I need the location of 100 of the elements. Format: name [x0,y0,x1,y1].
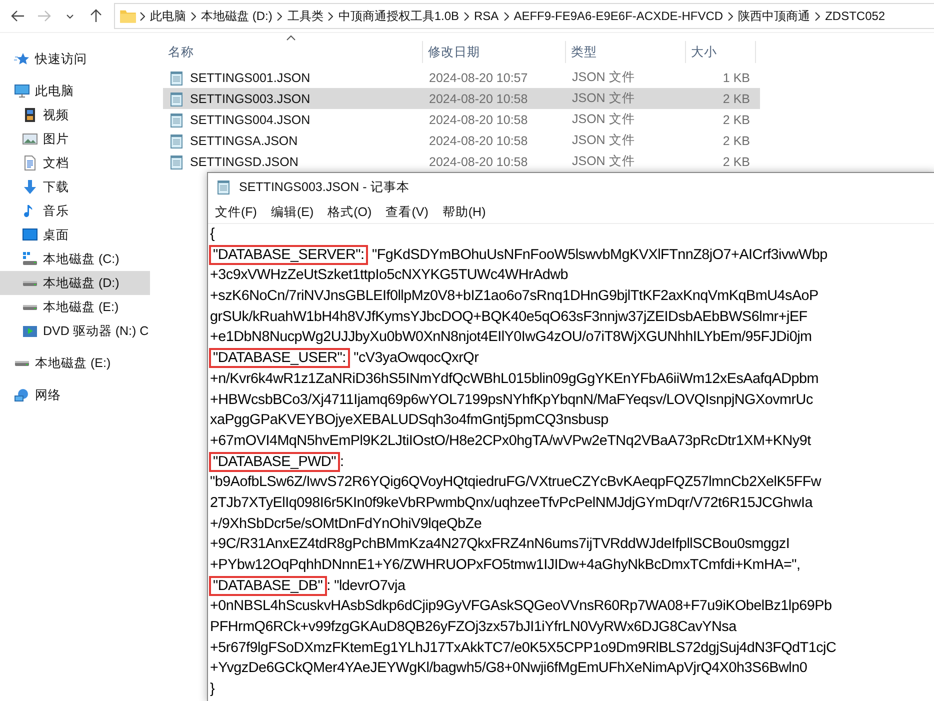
text-file-icon [169,132,185,148]
sidebar-item[interactable]: 音乐 [0,199,150,223]
breadcrumb-link[interactable]: 本地磁盘 (D:) [199,8,274,24]
menu-item[interactable]: 查看(V) [380,204,434,220]
date-cell-text: 2024-08-20 10:58 [428,112,529,126]
text-line: +n/Kvr6k4wR1z1ZaNRiD36hS5INmYdfQcWBhL015blin09gGgYKEnYFbA6iiWm12xEsAafqADpbm [210,370,820,389]
sidebar-item[interactable]: 快速访问 [0,47,150,71]
size-cell-text: 2 KB [722,92,751,106]
date-cell-text: 2024-08-20 10:58 [428,134,529,148]
type-cell-text: JSON 文件 [571,69,636,86]
up-arrow-icon [90,9,102,23]
text-file-icon [169,112,185,128]
text-line: +9C/R31AnxEZ4tdR8gPchBMmKza4N27QkxFRZ4nN6ums7ijTVRddWJdeIfpllSCBou0smggzI [210,535,791,554]
chevron-icon [464,12,470,20]
text-file-icon [169,70,185,86]
column-header[interactable]: 类型 [566,41,686,63]
file-row[interactable]: SETTINGS004.JSON 2024-08-20 10:58 JSON 文件 2 KB [163,109,760,130]
size-cell-text: 2 KB [722,112,751,126]
text-line: +/9XhSbDcr5e/sOMtDnFdYnOhiV9lqeQbZe [210,514,483,534]
chevron-icon [140,12,145,20]
highlighted-key: "DATABASE_SERVER": [209,245,368,266]
text-line: +YvgzDe6GCkQMer4YAeJEYWgKl/bagwh5/G8+0Nwji6fMgEmUFhXeNimApVjrQ4X0h3S6Bwln0 [210,659,808,678]
sidebar-item[interactable]: 桌面 [0,223,150,247]
menu-item[interactable]: 帮助(H) [437,204,491,220]
type-cell-text: JSON 文件 [571,90,636,107]
breadcrumb-link[interactable]: 陕西中顶商通 [736,8,812,24]
address-bar[interactable]: 此电脑 本地磁盘 (D:) 工具类 中顶商通授权工具1.0B RSA AEFF9-FE9A6-E9E6F-ACXDE-HFVCD 陕西中顶商通 ZDSTC052 [114,3,934,29]
text-line: +PYbw12OqPqhhDNnnE1+Y6/ZWHRUOPxFO5tmw1IJIDw+4aGhyNkBcDmxTCmfdi+KmHA=", [210,556,802,575]
text-line: "cV3yaOwqocQxrQr [352,349,479,368]
window-title: SETTINGS003.JSON - 记事本 [239,178,410,196]
file-name-cell: SETTINGS004.JSON [163,112,423,128]
file-name-cell: SETTINGSA.JSON [163,132,423,148]
file-name-cell: SETTINGSD.JSON [163,154,423,170]
down-arrow-icon [22,179,38,195]
sidebar-item[interactable]: 本地磁盘 (D:) [0,271,150,295]
highlighted-key: "DATABASE_DB" [209,576,327,596]
highlighted-key: "DATABASE_PWD" [209,452,340,472]
text-file-icon [216,179,232,195]
breadcrumb-link[interactable]: 此电脑 [148,8,188,24]
text-line: +e1DbN8NucpWg2UJJbyXu0bW0XnN8njot4EIlY0IwG4zOU/o7iT8WjXGUNhhILYbEm/95FJDi0jm [210,328,813,348]
text-line: PFHrmQ6RCk+v99fzgGKAuD8QB26yFZOj3zx57bJI1iYfrLN0VyRWx6DJG8CavYNsa [210,618,738,638]
chevron-icon [815,12,820,20]
file-row[interactable]: SETTINGS001.JSON 2024-08-20 10:57 JSON 文件 1 KB [163,67,760,88]
sidebar-item[interactable]: 下载 [0,175,150,199]
monitor-icon [14,83,30,99]
sidebar-item[interactable]: 本地磁盘 (E:) [0,351,150,375]
menu-item[interactable]: 编辑(E) [266,204,319,220]
sidebar-item[interactable]: 此电脑 [0,79,150,103]
text-line: : "ldevrO7vja [326,576,406,596]
text-line: : [340,452,344,472]
file-row[interactable]: SETTINGSD.JSON 2024-08-20 10:58 JSON 文件 2 KB [163,151,760,172]
chevron-icon [504,12,509,20]
type-cell-text: JSON 文件 [571,132,636,149]
sidebar-item[interactable]: 网络 [0,383,150,407]
breadcrumb-link[interactable]: RSA [472,9,501,23]
file-row[interactable]: SETTINGS003.JSON 2024-08-20 10:58 JSON 文件 2 KB [163,88,760,109]
file-row[interactable]: SETTINGSA.JSON 2024-08-20 10:58 JSON 文件 2 KB [163,130,760,151]
drive-icon [22,280,38,286]
disc-drive-icon [22,323,38,339]
sidebar-item[interactable]: 文档 [0,151,150,175]
left-arrow-icon [11,10,25,22]
date-cell-text: 2024-08-20 10:58 [428,92,529,106]
sidebar-item[interactable]: 本地磁盘 (E:) [0,295,150,319]
chevron-icon [728,12,734,20]
chevron-icon [277,12,282,20]
size-cell-text: 1 KB [722,70,751,84]
network-icon [14,387,30,403]
breadcrumb-link[interactable]: 工具类 [285,8,326,24]
type-cell-text: JSON 文件 [571,111,636,128]
document-icon [22,155,38,171]
sidebar-item[interactable]: DVD 驱动器 (N:) C [0,319,150,343]
text-file-icon [169,154,185,170]
column-header[interactable]: 名称 [163,41,423,63]
drive-icon [22,251,38,267]
picture-icon [22,131,38,147]
menu-item[interactable]: 格式(O) [322,204,377,220]
highlighted-key: "DATABASE_USER": [209,348,350,368]
sidebar-item[interactable]: 视频 [0,103,150,127]
text-line: +5r67f9lgFSoDXmzFKtemEg1YLhJ17TxAkkTC7/e0K5X5CPP1o9Dm9RlBLS72dgjSuj4dN3FQdT1cjC [210,638,838,658]
sidebar-item[interactable]: 本地磁盘 (C:) [0,247,150,271]
column-header[interactable]: 大小 [686,41,756,63]
text-line: } [210,680,216,700]
text-line: xaPggGPaKVEYBOjyeXEBALUDSqh3o4fmGntj5pmCQ3nsbusp [210,411,610,430]
breadcrumb-link[interactable]: ZDSTC052 [823,9,888,23]
text-file-icon [169,90,185,106]
sidebar-item[interactable]: 图片 [0,127,150,151]
text-line: "FgKdSDYmBOhuUsNFnFooW5lswvbMgKVXlFTnnZ8jO7+AICrf3ivwWbp [371,246,828,265]
column-header[interactable]: 修改日期 [423,41,566,63]
text-line: 2TJb7XTyElIq098I6r5KIn0f9keVbRPwmbQnx/uqhzeeTfvPcPelNMJdjGYmDqr/V72t6R15JCGhwIa [210,494,814,513]
text-line: +3c9xVWHzZeUtSzket1ttpIo5cNXYKG5TUWc4WHrAdwb [210,266,570,286]
size-cell-text: 2 KB [722,154,751,168]
sort-caret-icon [286,35,296,41]
menu-item[interactable]: 文件(F) [210,204,262,220]
film-icon [22,107,38,123]
caret-icon [66,14,74,18]
date-cell-text: 2024-08-20 10:57 [428,70,529,84]
breadcrumb-link[interactable]: AEFF9-FE9A6-E9E6F-ACXDE-HFVCD [512,9,726,23]
desktop-icon [22,227,38,243]
breadcrumb-link[interactable]: 中顶商通授权工具1.0B [336,8,462,24]
text-line: grSUk/kRuahW1bH4h8VJfKymsYJbcDOQ+BQK40e5qO63sF3nnjw37jZEIDsbAEbBWS6lmr+jEF [210,308,808,327]
